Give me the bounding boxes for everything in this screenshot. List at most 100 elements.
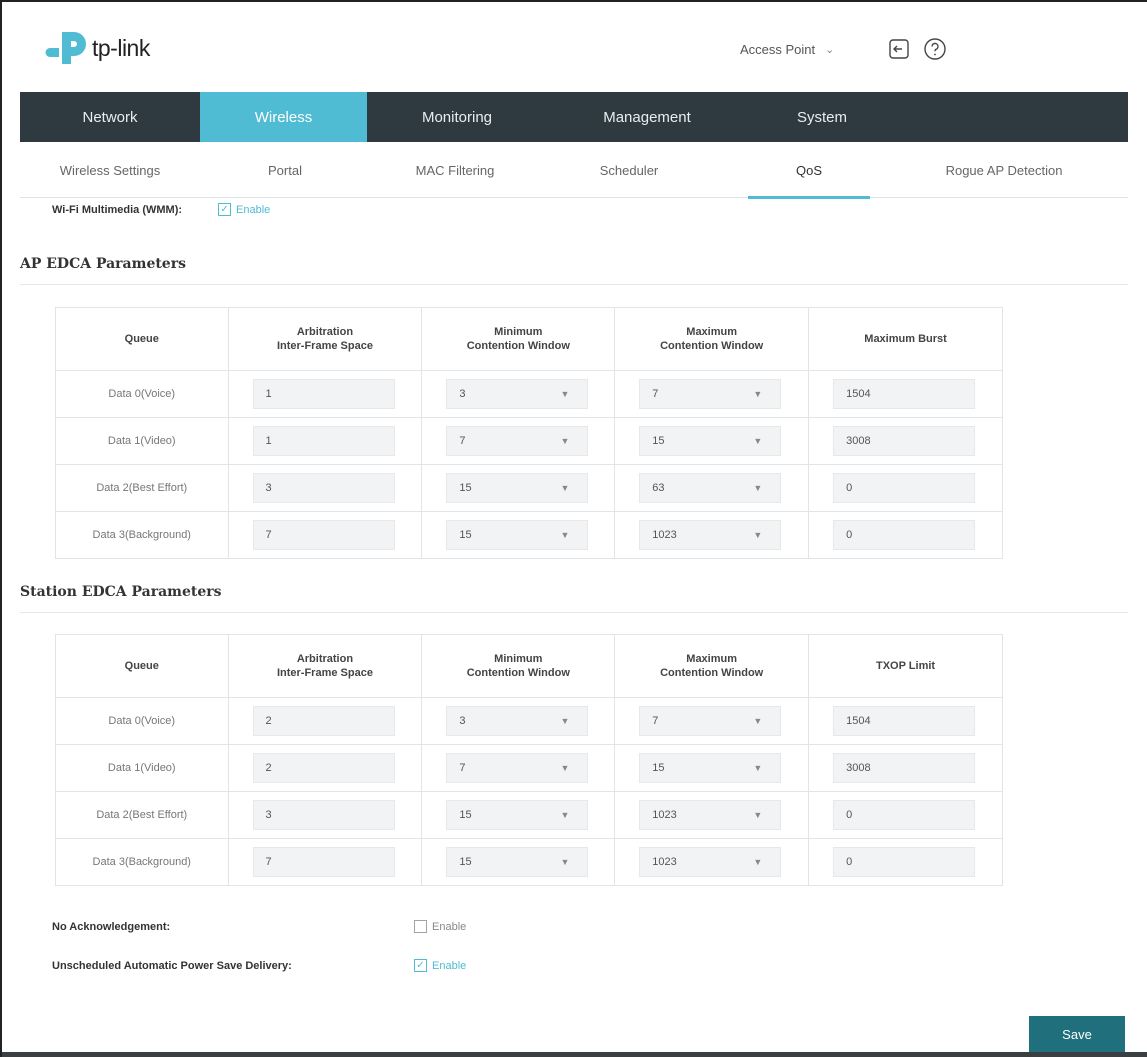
txop-limit-input[interactable]: 0 xyxy=(833,847,976,877)
chevron-down-icon: ▼ xyxy=(753,483,763,493)
header-min-line1: Minimum xyxy=(494,653,543,665)
tab-management[interactable]: Management xyxy=(547,92,747,142)
max-burst-input[interactable]: 1504 xyxy=(833,379,976,409)
subtab-rogue-ap-detection[interactable]: Rogue AP Detection xyxy=(890,142,1118,198)
min-cw-value: 3 xyxy=(459,715,466,727)
max-cw-value: 15 xyxy=(652,435,665,447)
wmm-checkbox[interactable]: ✓ xyxy=(218,203,232,216)
help-icon[interactable] xyxy=(922,36,948,62)
subtab-qos[interactable]: QoS xyxy=(748,142,870,199)
min-cw-select[interactable]: 3 ▼ xyxy=(446,706,589,736)
max-cw-select[interactable]: 15 ▼ xyxy=(639,426,782,456)
table-header-row: Queue Arbitration Inter-Frame Space Minim… xyxy=(55,634,1003,698)
save-button[interactable]: Save xyxy=(1029,1016,1125,1052)
ap-edca-divider xyxy=(20,284,1128,285)
station-edca-divider xyxy=(20,612,1128,613)
tab-system[interactable]: System xyxy=(747,92,897,142)
wmm-label: Wi-Fi Multimedia (WMM): xyxy=(52,203,183,216)
min-cw-value: 15 xyxy=(459,529,472,541)
min-cw-value: 15 xyxy=(459,482,472,494)
aifs-input[interactable]: 1 xyxy=(252,379,395,409)
tp-link-logo[interactable]: tp-link xyxy=(40,28,150,68)
subtab-mac-filtering[interactable]: MAC Filtering xyxy=(370,142,540,198)
apsd-row: Unscheduled Automatic Power Save Deliver… xyxy=(52,959,466,972)
aifs-input[interactable]: 7 xyxy=(252,847,395,877)
aifs-input[interactable]: 3 xyxy=(252,800,395,830)
header-txop-limit: TXOP Limit xyxy=(808,634,1003,698)
apsd-label: Unscheduled Automatic Power Save Deliver… xyxy=(52,959,292,972)
subtab-portal[interactable]: Portal xyxy=(200,142,370,198)
bottom-border xyxy=(2,1052,1147,1057)
table-row: Data 0(Voice) 2 3 ▼ 7 ▼ 1504 xyxy=(55,697,1003,745)
header-max-burst: Maximum Burst xyxy=(808,307,1003,371)
header-aifs-line2: Inter-Frame Space xyxy=(276,667,373,679)
table-row: Data 2(Best Effort) 3 15 ▼ 1023 ▼ 0 xyxy=(55,791,1003,839)
logo-text: tp-link xyxy=(92,34,150,61)
header-max-line2: Contention Window xyxy=(660,667,764,679)
min-cw-select[interactable]: 15 ▼ xyxy=(446,800,589,830)
chevron-down-icon: ▼ xyxy=(560,389,570,399)
max-cw-value: 1023 xyxy=(652,529,677,541)
no-ack-checkbox[interactable] xyxy=(414,920,427,933)
chevron-down-icon: ▼ xyxy=(753,530,763,540)
min-cw-select[interactable]: 15 ▼ xyxy=(446,847,589,877)
header-max-cw: Maximum Contention Window xyxy=(614,307,810,371)
aifs-input[interactable]: 1 xyxy=(252,426,395,456)
min-cw-select[interactable]: 7 ▼ xyxy=(446,753,589,783)
header-aifs: Arbitration Inter-Frame Space xyxy=(227,634,423,698)
tab-wireless[interactable]: Wireless xyxy=(200,92,367,142)
max-cw-select[interactable]: 1023 ▼ xyxy=(639,520,782,550)
header-queue: Queue xyxy=(55,307,229,371)
chevron-down-icon: ▼ xyxy=(560,716,570,726)
max-cw-value: 7 xyxy=(652,388,659,400)
aifs-input[interactable]: 2 xyxy=(252,753,395,783)
subtab-scheduler[interactable]: Scheduler xyxy=(540,142,718,198)
tp-link-logo-icon xyxy=(45,32,86,64)
apsd-enable-label: Enable xyxy=(432,959,467,972)
ap-edca-title: AP EDCA Parameters xyxy=(20,256,186,272)
logout-icon[interactable] xyxy=(886,36,912,62)
tab-network[interactable]: Network xyxy=(20,92,200,142)
min-cw-select[interactable]: 3 ▼ xyxy=(446,379,589,409)
max-cw-select[interactable]: 15 ▼ xyxy=(639,753,782,783)
aifs-input[interactable]: 3 xyxy=(252,473,395,503)
chevron-down-icon: ▼ xyxy=(560,810,570,820)
max-cw-select[interactable]: 63 ▼ xyxy=(639,473,782,503)
aifs-input[interactable]: 7 xyxy=(252,520,395,550)
chevron-down-icon: ▼ xyxy=(560,763,570,773)
chevron-down-icon: ▼ xyxy=(560,530,570,540)
main-nav: Network Wireless Monitoring Management S… xyxy=(20,92,1128,142)
queue-name: Data 2(Best Effort) xyxy=(55,464,229,512)
queue-name: Data 2(Best Effort) xyxy=(55,791,229,839)
max-burst-input[interactable]: 3008 xyxy=(833,426,976,456)
aifs-input[interactable]: 2 xyxy=(252,706,395,736)
txop-limit-input[interactable]: 3008 xyxy=(833,753,976,783)
max-burst-input[interactable]: 0 xyxy=(833,520,976,550)
subtab-wireless-settings[interactable]: Wireless Settings xyxy=(20,142,200,198)
chevron-down-icon: ▼ xyxy=(753,436,763,446)
tab-monitoring[interactable]: Monitoring xyxy=(367,92,547,142)
max-cw-select[interactable]: 1023 ▼ xyxy=(639,800,782,830)
header-aifs-line2: Inter-Frame Space xyxy=(276,340,373,352)
chevron-down-icon: ▼ xyxy=(753,810,763,820)
max-cw-select[interactable]: 7 ▼ xyxy=(639,379,782,409)
max-cw-select[interactable]: 7 ▼ xyxy=(639,706,782,736)
max-cw-value: 7 xyxy=(652,715,659,727)
min-cw-select[interactable]: 7 ▼ xyxy=(446,426,589,456)
max-burst-input[interactable]: 0 xyxy=(833,473,976,503)
max-cw-select[interactable]: 1023 ▼ xyxy=(639,847,782,877)
no-ack-row: No Acknowledgement: Enable xyxy=(52,920,466,933)
queue-name: Data 0(Voice) xyxy=(55,370,229,418)
header: tp-link Access Point ⌄ xyxy=(20,6,1128,92)
apsd-checkbox[interactable]: ✓ xyxy=(414,959,427,972)
min-cw-value: 15 xyxy=(459,856,472,868)
wmm-row: Wi-Fi Multimedia (WMM): ✓ Enable xyxy=(52,203,270,216)
min-cw-select[interactable]: 15 ▼ xyxy=(446,473,589,503)
txop-limit-input[interactable]: 1504 xyxy=(833,706,976,736)
header-queue: Queue xyxy=(55,634,229,698)
txop-limit-input[interactable]: 0 xyxy=(833,800,976,830)
queue-name: Data 3(Background) xyxy=(55,838,229,886)
min-cw-select[interactable]: 15 ▼ xyxy=(446,520,589,550)
queue-name: Data 3(Background) xyxy=(55,511,229,559)
mode-select[interactable]: Access Point ⌄ xyxy=(740,42,834,57)
